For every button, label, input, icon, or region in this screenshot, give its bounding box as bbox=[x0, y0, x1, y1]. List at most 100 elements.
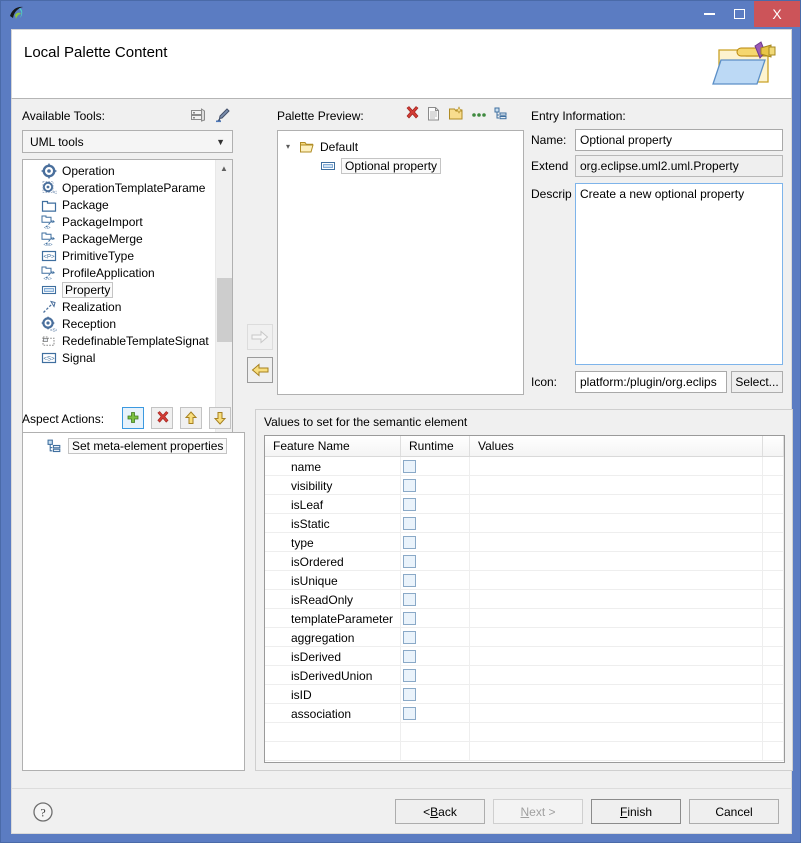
tool-item-operation[interactable]: Operation bbox=[23, 162, 215, 179]
tree-layout-icon[interactable] bbox=[494, 106, 509, 124]
cell-values[interactable] bbox=[470, 514, 763, 533]
runtime-checkbox[interactable] bbox=[403, 593, 416, 606]
tool-item-packageimport[interactable]: <I> PackageImport bbox=[23, 213, 215, 230]
table-row[interactable]: isReadOnly bbox=[265, 590, 784, 609]
table-row[interactable]: isDerived bbox=[265, 647, 784, 666]
cell-runtime[interactable] bbox=[401, 457, 470, 476]
cell-values[interactable] bbox=[470, 609, 763, 628]
close-button[interactable]: X bbox=[754, 1, 800, 27]
table-row[interactable]: visibility bbox=[265, 476, 784, 495]
cell-runtime[interactable] bbox=[401, 647, 470, 666]
new-document-icon[interactable] bbox=[426, 106, 441, 124]
add-to-palette-button[interactable] bbox=[247, 324, 273, 350]
cell-values[interactable] bbox=[470, 685, 763, 704]
cell-runtime[interactable] bbox=[401, 628, 470, 647]
runtime-checkbox[interactable] bbox=[403, 631, 416, 644]
tool-item-redefinabletemplatesignat[interactable]: RedefinableTemplateSignat bbox=[23, 332, 215, 349]
tool-item-operationtemplateparame[interactable]: <> OperationTemplateParame bbox=[23, 179, 215, 196]
cell-values[interactable] bbox=[470, 704, 763, 723]
runtime-checkbox[interactable] bbox=[403, 707, 416, 720]
tool-item-package[interactable]: Package bbox=[23, 196, 215, 213]
values-table[interactable]: Feature Name Runtime Values name visibili… bbox=[264, 435, 785, 763]
column-header-runtime[interactable]: Runtime bbox=[401, 436, 470, 456]
finish-button[interactable]: Finish bbox=[591, 799, 681, 824]
scroll-up-icon[interactable]: ▲ bbox=[216, 160, 232, 177]
tool-item-packagemerge[interactable]: <M> PackageMerge bbox=[23, 230, 215, 247]
remove-from-palette-button[interactable] bbox=[247, 357, 273, 383]
cell-values[interactable] bbox=[470, 571, 763, 590]
table-row[interactable]: isStatic bbox=[265, 514, 784, 533]
table-row[interactable]: templateParameter bbox=[265, 609, 784, 628]
column-header-values[interactable]: Values bbox=[470, 436, 763, 456]
tree-node-root[interactable]: ▾ Default bbox=[278, 137, 523, 156]
runtime-checkbox[interactable] bbox=[403, 479, 416, 492]
cell-values[interactable] bbox=[470, 457, 763, 476]
cell-values[interactable] bbox=[470, 552, 763, 571]
cell-values[interactable] bbox=[470, 533, 763, 552]
select-icon-button[interactable]: Select... bbox=[731, 371, 783, 393]
cell-runtime[interactable] bbox=[401, 495, 470, 514]
tool-item-profileapplication[interactable]: <A> ProfileApplication bbox=[23, 264, 215, 281]
cell-values[interactable] bbox=[470, 495, 763, 514]
cell-runtime[interactable] bbox=[401, 704, 470, 723]
maximize-button[interactable] bbox=[724, 1, 754, 27]
more-dots-icon[interactable] bbox=[471, 108, 487, 122]
cell-runtime[interactable] bbox=[401, 590, 470, 609]
cell-runtime[interactable] bbox=[401, 609, 470, 628]
runtime-checkbox[interactable] bbox=[403, 669, 416, 682]
tool-item-primitivetype[interactable]: <P> PrimitiveType bbox=[23, 247, 215, 264]
table-row[interactable]: isDerivedUnion bbox=[265, 666, 784, 685]
name-field[interactable]: Optional property bbox=[575, 129, 783, 151]
delete-red-x-icon[interactable] bbox=[404, 106, 419, 124]
table-row[interactable]: isOrdered bbox=[265, 552, 784, 571]
runtime-checkbox[interactable] bbox=[403, 460, 416, 473]
stack-icon[interactable] bbox=[189, 107, 206, 127]
table-row[interactable]: type bbox=[265, 533, 784, 552]
column-header-feature-name[interactable]: Feature Name bbox=[265, 436, 401, 456]
runtime-checkbox[interactable] bbox=[403, 555, 416, 568]
back-button[interactable]: < Back bbox=[395, 799, 485, 824]
cell-values[interactable] bbox=[470, 590, 763, 609]
table-row[interactable]: isUnique bbox=[265, 571, 784, 590]
tool-item-signal[interactable]: <S> Signal bbox=[23, 349, 215, 366]
table-row[interactable]: association bbox=[265, 704, 784, 723]
brush-icon[interactable] bbox=[214, 107, 231, 127]
cell-runtime[interactable] bbox=[401, 666, 470, 685]
runtime-checkbox[interactable] bbox=[403, 650, 416, 663]
table-row[interactable]: isLeaf bbox=[265, 495, 784, 514]
tool-item-property[interactable]: Property bbox=[23, 281, 215, 298]
cell-runtime[interactable] bbox=[401, 552, 470, 571]
tool-item-realization[interactable]: Realization bbox=[23, 298, 215, 315]
aspect-actions-list[interactable]: Set meta-element properties bbox=[22, 432, 245, 771]
runtime-checkbox[interactable] bbox=[403, 688, 416, 701]
cell-runtime[interactable] bbox=[401, 476, 470, 495]
cell-runtime[interactable] bbox=[401, 685, 470, 704]
tree-node-child[interactable]: Optional property bbox=[278, 156, 523, 175]
cell-runtime[interactable] bbox=[401, 571, 470, 590]
move-up-button[interactable] bbox=[180, 407, 202, 429]
runtime-checkbox[interactable] bbox=[403, 612, 416, 625]
scroll-thumb[interactable] bbox=[217, 278, 232, 342]
cell-values[interactable] bbox=[470, 476, 763, 495]
list-item[interactable]: Set meta-element properties bbox=[23, 436, 244, 456]
description-field[interactable]: Create a new optional property bbox=[575, 183, 783, 365]
table-row[interactable]: aggregation bbox=[265, 628, 784, 647]
minimize-button[interactable] bbox=[694, 1, 724, 27]
cell-values[interactable] bbox=[470, 628, 763, 647]
new-folder-icon[interactable] bbox=[448, 106, 464, 124]
cell-runtime[interactable] bbox=[401, 533, 470, 552]
triangle-expanded-icon[interactable]: ▾ bbox=[286, 142, 299, 151]
tools-category-select[interactable]: UML tools ▼ bbox=[22, 130, 233, 153]
tool-item-reception[interactable]: <S> Reception bbox=[23, 315, 215, 332]
cancel-button[interactable]: Cancel bbox=[689, 799, 779, 824]
cell-values[interactable] bbox=[470, 647, 763, 666]
runtime-checkbox[interactable] bbox=[403, 517, 416, 530]
extends-field[interactable]: org.eclipse.uml2.uml.Property bbox=[575, 155, 783, 177]
help-question-icon[interactable]: ? bbox=[32, 801, 54, 823]
icon-path-field[interactable]: platform:/plugin/org.eclips bbox=[575, 371, 727, 393]
cell-runtime[interactable] bbox=[401, 514, 470, 533]
runtime-checkbox[interactable] bbox=[403, 536, 416, 549]
add-action-button[interactable] bbox=[122, 407, 144, 429]
runtime-checkbox[interactable] bbox=[403, 498, 416, 511]
cell-values[interactable] bbox=[470, 666, 763, 685]
